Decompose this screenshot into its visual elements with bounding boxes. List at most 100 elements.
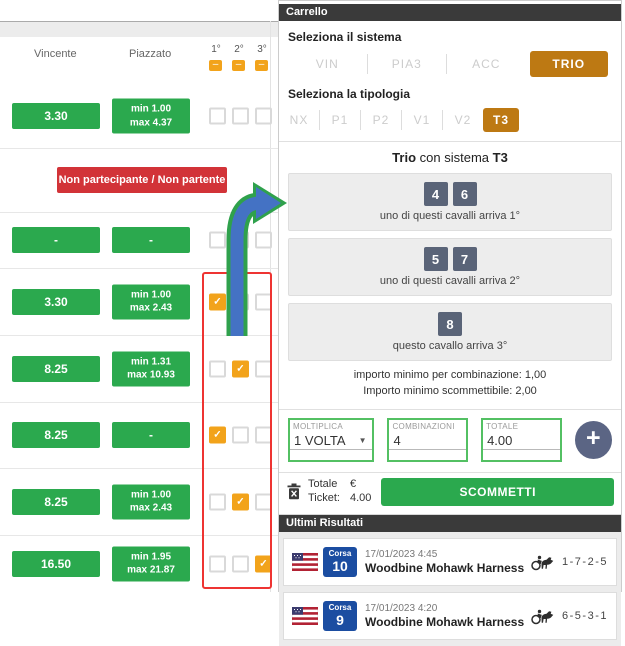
checkbox-2nd[interactable]: ✓ (232, 360, 249, 377)
checkbox-1st[interactable]: ✓ (209, 427, 226, 444)
checkbox-1st[interactable] (209, 555, 226, 572)
checkbox-2nd[interactable] (232, 293, 249, 310)
max-odds: max 10.93 (127, 369, 175, 383)
table-row: 3.30 min 1.00 max 2.43 ✓ (0, 268, 278, 336)
table-row: - - (0, 212, 278, 269)
checkbox-3rd[interactable] (255, 493, 272, 510)
vincente-odds-button[interactable]: 3.30 (12, 103, 100, 129)
race-datetime: 17/01/2023 4:45 (365, 549, 529, 560)
vincente-odds-button[interactable]: 16.50 (12, 551, 100, 577)
divider (279, 141, 621, 142)
piazzato-odds-button[interactable]: min 1.95 max 21.87 (112, 546, 190, 581)
min-odds: min 1.00 (131, 103, 171, 117)
selection-group-1: 4 6 uno di questi cavalli arriva 1° (288, 173, 612, 231)
tipologia-option-p2[interactable]: P2 (370, 113, 392, 127)
group-caption: uno di questi cavalli arriva 2° (380, 275, 520, 287)
checkbox-2nd[interactable]: ✓ (232, 493, 249, 510)
totale-label: TOTALE (486, 422, 518, 431)
race-result: 1-7-2-5 (529, 552, 608, 571)
tipologia-options: NX P1 P2 V1 V2 T3 (288, 107, 612, 133)
min-odds: min 1.31 (131, 355, 171, 369)
piazzato-odds-button[interactable]: min 1.00 max 2.43 (112, 284, 190, 319)
checkbox-3rd[interactable] (255, 360, 272, 377)
system-option-pia3[interactable]: PIA3 (368, 57, 447, 71)
checkbox-1st[interactable] (209, 232, 226, 249)
separator (319, 110, 320, 130)
checkbox-2nd[interactable] (232, 232, 249, 249)
vincente-odds-button[interactable]: 3.30 (12, 289, 100, 315)
tipologia-option-t3-selected[interactable]: T3 (483, 108, 519, 132)
delete-ticket-icon[interactable] (286, 483, 302, 500)
group-caption: questo cavallo arriva 3° (393, 340, 507, 352)
min-combo-line: importo minimo per combinazione: 1,00 (279, 368, 621, 384)
tipologia-option-v2[interactable]: V2 (452, 113, 474, 127)
checkbox-1st[interactable] (209, 360, 226, 377)
tipologia-option-nx[interactable]: NX (288, 113, 310, 127)
vincente-odds-button[interactable]: 8.25 (12, 356, 100, 382)
piazzato-odds-button[interactable]: - (112, 422, 190, 448)
combinazioni-value: 4 (393, 433, 400, 448)
piazzato-odds-button[interactable]: min 1.00 max 4.37 (112, 99, 190, 134)
vincente-odds-button[interactable]: 8.25 (12, 489, 100, 515)
race-info: 17/01/2023 4:20 Woodbine Mohawk Harness (365, 603, 529, 629)
checkbox-2nd[interactable] (232, 555, 249, 572)
clear-col-2-button[interactable]: – (232, 60, 245, 71)
combinazioni-input[interactable]: COMBINAZIONI 4 (387, 418, 468, 462)
corsa-badge: Corsa 10 (323, 547, 357, 577)
col-3rd: 3° (255, 44, 269, 55)
race-result: 6-5-3-1 (529, 606, 608, 625)
checkbox-1st[interactable] (209, 493, 226, 510)
checkbox-3rd[interactable] (255, 108, 272, 125)
totale-value: 4.00 (487, 433, 512, 448)
system-option-acc[interactable]: ACC (447, 57, 526, 71)
results-section: Ultimi Risultati Corsa 10 17/01/2023 4:4 (279, 514, 621, 646)
table-row: 8.25 min 1.31 max 10.93 ✓ (0, 335, 278, 403)
vincente-odds-button[interactable]: 8.25 (12, 422, 100, 448)
piazzato-odds-button[interactable]: min 1.31 max 10.93 (112, 351, 190, 386)
max-odds: max 4.37 (130, 116, 172, 130)
result-row[interactable]: Corsa 9 17/01/2023 4:20 Woodbine Mohawk … (283, 592, 617, 640)
checkbox-2nd[interactable] (232, 108, 249, 125)
checkbox-1st[interactable]: ✓ (209, 293, 226, 310)
input-underline (389, 449, 466, 450)
checkbox-2nd[interactable] (232, 427, 249, 444)
clear-col-3-button[interactable]: – (255, 60, 268, 71)
result-row[interactable]: Corsa 10 17/01/2023 4:45 Woodbine Mohawk… (283, 538, 617, 586)
scommetti-button[interactable]: SCOMMETTI (381, 478, 614, 506)
table-row-banner: Non partecipante / Non partente (0, 148, 278, 213)
checkbox-3rd[interactable] (255, 232, 272, 249)
cart-panel: Carrello Seleziona il sistema VIN PIA3 A… (278, 0, 622, 592)
horse-chip: 5 (424, 247, 448, 271)
tipologia-option-p1[interactable]: P1 (329, 113, 351, 127)
piazzato-odds-button[interactable]: - (112, 227, 190, 253)
add-bet-button[interactable]: + (575, 421, 612, 459)
tipologia-label: Seleziona la tipologia (288, 87, 612, 101)
checkbox-3rd[interactable] (255, 293, 272, 310)
min-odds: min 1.00 (131, 288, 171, 302)
checkbox-1st[interactable] (209, 108, 226, 125)
race-name: Woodbine Mohawk Harness (365, 561, 529, 575)
ticket-total-amount: € 4.00 (350, 478, 371, 506)
bet-summary-mid: con sistema (420, 150, 489, 165)
stake-inputs: MOLTIPLICA 1 VOLTA ▼ COMBINAZIONI 4 TOTA… (279, 410, 621, 472)
chevron-down-icon: ▼ (359, 436, 367, 445)
max-odds: max 21.87 (127, 564, 175, 578)
minimum-info: importo minimo per combinazione: 1,00 Im… (279, 368, 621, 400)
harness-racing-icon (529, 552, 557, 571)
moltiplica-select[interactable]: MOLTIPLICA 1 VOLTA ▼ (288, 418, 374, 462)
system-option-vin[interactable]: VIN (288, 57, 367, 71)
cart-header: Carrello (279, 4, 621, 21)
tipologia-option-v1[interactable]: V1 (411, 113, 433, 127)
checkbox-3rd[interactable] (255, 427, 272, 444)
bet-summary: Trio con sistema T3 (279, 150, 621, 165)
totale-input[interactable]: TOTALE 4.00 (481, 418, 562, 462)
selection-group-2: 5 7 uno di questi cavalli arriva 2° (288, 238, 612, 296)
piazzato-odds-button[interactable]: min 1.00 max 2.43 (112, 484, 190, 519)
usa-flag-icon (292, 553, 318, 571)
input-underline (483, 449, 560, 450)
vincente-odds-button[interactable]: - (12, 227, 100, 253)
checkbox-3rd[interactable]: ✓ (255, 555, 272, 572)
corsa-badge: Corsa 9 (323, 601, 357, 631)
clear-col-1-button[interactable]: – (209, 60, 222, 71)
system-option-trio-selected[interactable]: TRIO (530, 51, 609, 77)
